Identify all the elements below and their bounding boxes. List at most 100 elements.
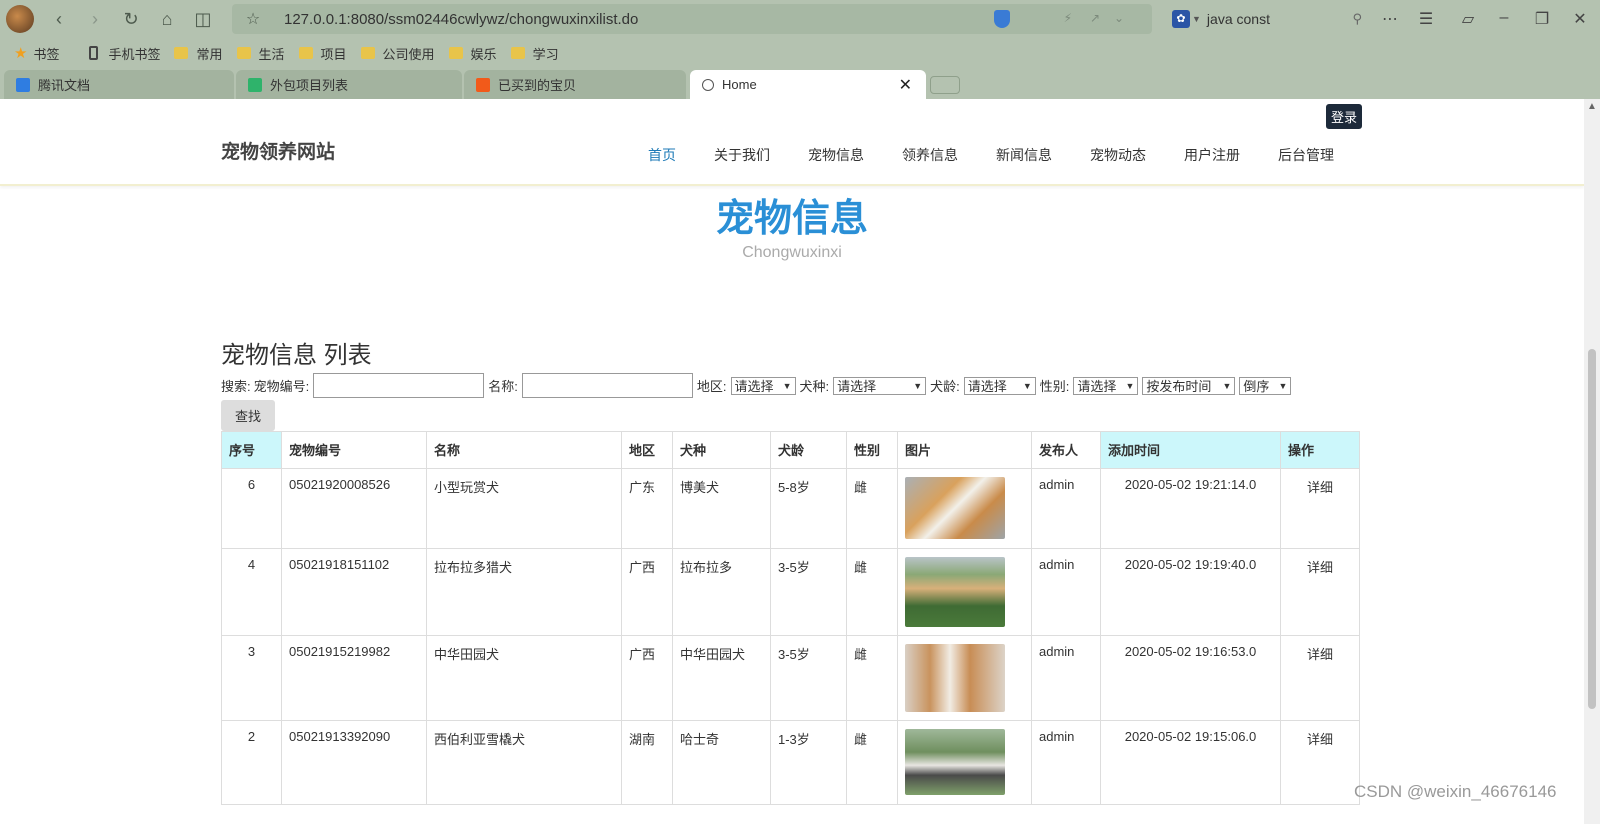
bookmark-folder[interactable]: 常用 (174, 44, 223, 63)
refresh-icon[interactable]: ↻ (120, 8, 142, 30)
dropdown-arrow-icon: ▼ (913, 380, 923, 391)
cell-index: 2 (221, 720, 282, 805)
detail-link[interactable]: 详细 (1280, 468, 1360, 549)
shirt-icon[interactable]: ▱ (1458, 9, 1478, 29)
close-window-icon[interactable]: ✕ (1570, 9, 1590, 29)
url-text[interactable]: 127.0.0.1:8080/ssm02446cwlywz/chongwuxin… (284, 11, 638, 28)
cell-index: 6 (221, 468, 282, 549)
pet-code-input[interactable] (313, 373, 485, 398)
more-icon[interactable]: ⋯ (1380, 9, 1400, 29)
bookmark-folder[interactable]: 生活 (236, 44, 285, 63)
nav-pet-updates[interactable]: 宠物动态 (1090, 145, 1146, 165)
col-region[interactable]: 地区 (621, 431, 673, 469)
bookmark-folder[interactable]: 学习 (510, 44, 559, 63)
nav-about[interactable]: 关于我们 (714, 145, 770, 165)
search-engine-icon[interactable]: ✿ (1172, 10, 1190, 28)
cell-code: 05021915219982 (281, 635, 427, 721)
scroll-up-icon[interactable]: ▲ (1587, 101, 1597, 112)
age-select[interactable]: 请选择 ▼ (963, 376, 1036, 395)
star-icon: ★ (14, 45, 28, 62)
flash-icon[interactable]: ⚡ (1064, 11, 1072, 25)
back-icon[interactable]: ‹ (48, 8, 70, 30)
new-tab-button[interactable] (930, 76, 960, 94)
bookmark-folder[interactable]: 项目 (298, 44, 347, 63)
col-name[interactable]: 名称 (426, 431, 622, 469)
region-select[interactable]: 请选择 ▼ (730, 376, 796, 395)
search-engine-box[interactable]: ✿ ▼ java const ⚲ (1172, 4, 1368, 34)
home-icon[interactable]: ⌂ (156, 8, 178, 30)
tab-home[interactable]: Home ✕ (690, 70, 926, 99)
col-publisher[interactable]: 发布人 (1031, 431, 1101, 469)
cell-age: 3-5岁 (770, 548, 847, 636)
cell-time: 2020-05-02 19:15:06.0 (1100, 720, 1281, 805)
folder-icon (448, 47, 463, 59)
sort-order-select[interactable]: 倒序 ▼ (1239, 376, 1292, 395)
login-button[interactable]: 登录 (1326, 104, 1363, 129)
gender-select[interactable]: 请选择 ▼ (1073, 376, 1139, 395)
sort-field-select[interactable]: 按发布时间 ▼ (1142, 376, 1236, 395)
cell-breed: 博美犬 (672, 468, 771, 549)
bookmark-star[interactable]: ★ 书签 (14, 44, 59, 63)
cell-age: 1-3岁 (770, 720, 847, 805)
address-bar[interactable]: ☆ 127.0.0.1:8080/ssm02446cwlywz/chongwux… (232, 4, 1152, 34)
tab-outsource-list[interactable]: 外包项目列表 (236, 70, 462, 99)
tab-tencent-docs[interactable]: 腾讯文档 (4, 70, 234, 99)
bookmark-star-icon[interactable]: ☆ (240, 9, 266, 29)
scroll-thumb[interactable] (1588, 349, 1596, 709)
col-gender[interactable]: 性别 (846, 431, 898, 469)
bookmark-mobile[interactable]: 手机书签 (89, 44, 160, 63)
cell-index: 3 (221, 635, 282, 721)
col-breed[interactable]: 犬种 (672, 431, 771, 469)
col-action[interactable]: 操作 (1280, 431, 1360, 469)
forward-icon[interactable]: › (84, 8, 106, 30)
pet-name-input[interactable] (521, 373, 693, 398)
col-index[interactable]: 序号 (221, 431, 282, 469)
search-icon[interactable]: ⚲ (1352, 11, 1362, 27)
page-scrollbar[interactable]: ▲ (1584, 99, 1600, 824)
detail-link[interactable]: 详细 (1280, 548, 1360, 636)
page-viewport: 宠物领养网站 首页 关于我们 宠物信息 领养信息 新闻信息 宠物动态 用户注册 … (0, 99, 1584, 824)
nav-register[interactable]: 用户注册 (1184, 145, 1240, 165)
site-title[interactable]: 宠物领养网站 (221, 137, 335, 164)
col-time[interactable]: 添加时间 (1100, 431, 1281, 469)
detail-link[interactable]: 详细 (1280, 720, 1360, 805)
page-title: 宠物信息 (715, 198, 868, 240)
menu-icon[interactable]: ☰ (1416, 9, 1436, 29)
nav-home[interactable]: 首页 (648, 145, 676, 165)
find-button[interactable]: 查找 (221, 400, 275, 431)
search-query[interactable]: java const (1207, 11, 1270, 27)
restore-icon[interactable]: ❐ (1532, 9, 1552, 29)
breed-label: 犬种: (799, 379, 830, 394)
cell-gender: 雌 (846, 720, 898, 805)
bookmark-folder[interactable]: 娱乐 (448, 44, 497, 63)
nav-pet-info[interactable]: 宠物信息 (808, 145, 864, 165)
detail-link[interactable]: 详细 (1280, 635, 1360, 721)
col-age[interactable]: 犬龄 (770, 431, 847, 469)
dropdown-arrow-icon: ▼ (1022, 380, 1032, 391)
cell-breed: 拉布拉多 (672, 548, 771, 636)
pet-photo (905, 644, 1005, 712)
bookmark-folder[interactable]: 公司使用 (360, 44, 435, 63)
engine-caret-icon[interactable]: ▼ (1192, 14, 1201, 24)
dropdown-arrow-icon: ▼ (1278, 380, 1288, 391)
nav-news[interactable]: 新闻信息 (996, 145, 1052, 165)
col-code[interactable]: 宠物编号 (281, 431, 427, 469)
dropdown-arrow-icon: ▼ (782, 380, 792, 391)
bookmarks-bar: ★ 书签 手机书签 常用 生活 项目 公司使用 娱乐 学习 (0, 38, 1600, 68)
minimize-icon[interactable]: – (1494, 9, 1514, 27)
chevron-down-icon[interactable]: ⌄ (1114, 11, 1124, 25)
col-image[interactable]: 图片 (897, 431, 1032, 469)
tab-purchased[interactable]: 已买到的宝贝 (464, 70, 686, 99)
reader-icon[interactable]: ◫ (192, 8, 214, 30)
cell-region: 湖南 (621, 720, 673, 805)
cell-gender: 雌 (846, 548, 898, 636)
nav-admin[interactable]: 后台管理 (1278, 145, 1334, 165)
share-icon[interactable]: ↗ (1090, 11, 1100, 25)
nav-adoption-info[interactable]: 领养信息 (902, 145, 958, 165)
breed-select[interactable]: 请选择 ▼ (833, 376, 927, 395)
cell-code: 05021920008526 (281, 468, 427, 549)
close-tab-icon[interactable]: ✕ (899, 75, 912, 95)
profile-avatar[interactable] (6, 5, 34, 33)
pet-photo (905, 477, 1005, 539)
security-shield-icon[interactable] (994, 10, 1010, 28)
